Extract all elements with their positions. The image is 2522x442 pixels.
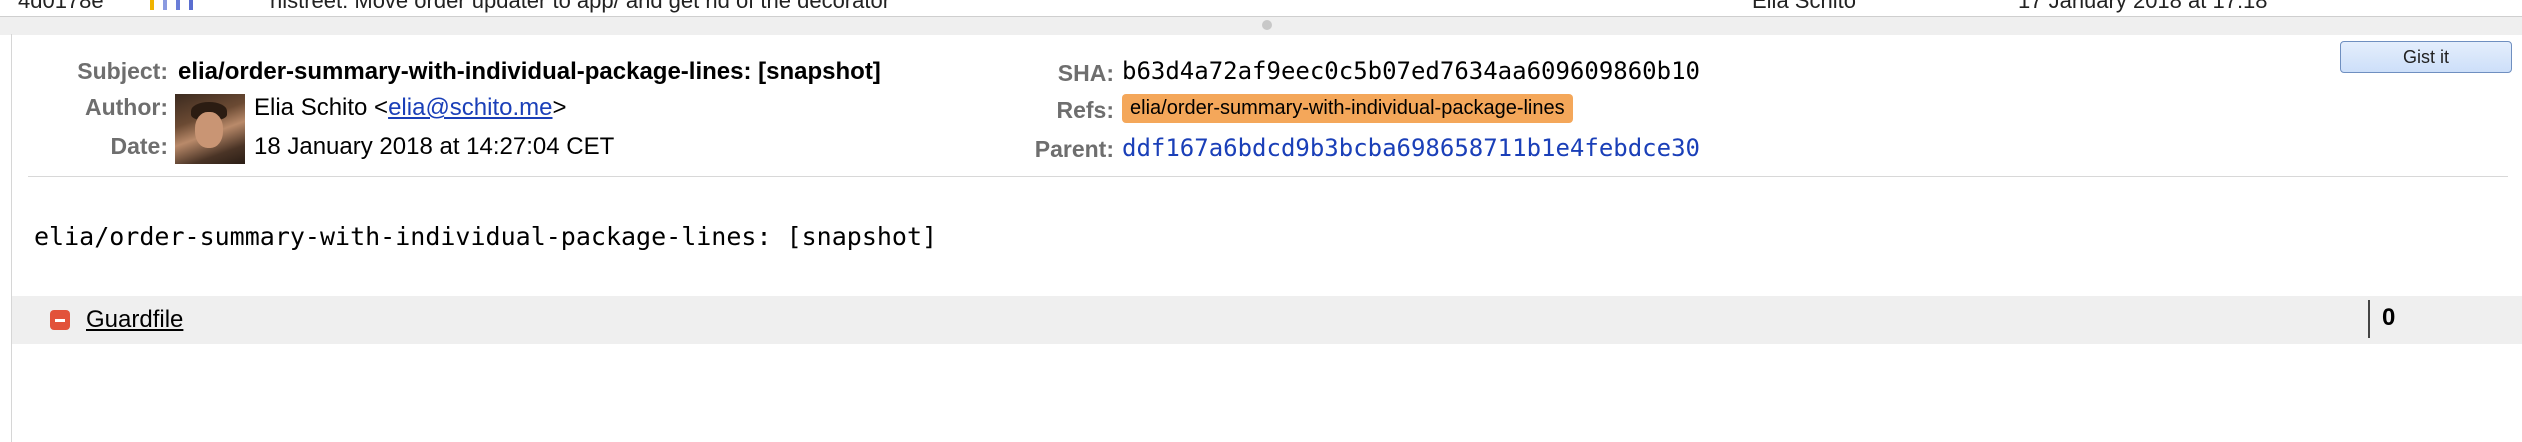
panel-border [11,34,12,442]
avatar-face [195,112,223,148]
subject-label: Subject: [77,58,168,84]
graph-line [150,0,154,10]
split-divider[interactable] [0,16,2522,35]
graph-line [189,0,193,10]
author-label: Author: [84,94,168,120]
author-name: Elia Schito < [254,94,389,121]
author-email-link[interactable]: elia@schito.me [388,94,552,121]
commit-message: elia/order-summary-with-individual-packa… [34,222,938,251]
parent-sha-link[interactable]: ddf167a6bdcd9b3bcba698658711b1e4febdce30 [1122,134,1700,162]
commit-date: 18 January 2018 at 14:27:04 CET [254,133,615,160]
file-name-link[interactable]: Guardfile [86,306,183,334]
row-date: 17 January 2018 at 17:18 [2018,0,2268,13]
avatar [175,94,245,164]
graph-line [176,0,180,10]
row-author: Elia Schito [1752,0,1856,13]
sha-label: SHA: [1057,60,1114,86]
author-close: > [552,94,567,121]
gist-button[interactable]: Gist it [2340,41,2512,73]
change-count: 0 [2382,304,2396,331]
row-sha: 4d0178e [18,0,104,13]
commit-subject: elia/order-summary-with-individual-packa… [178,58,881,86]
ref-badge[interactable]: elia/order-summary-with-individual-packa… [1122,94,1573,123]
branch-graph [150,0,202,16]
date-label: Date: [110,133,168,159]
parent-sha-text[interactable]: ddf167a6bdcd9b3bcba698658711b1e4febdce30 [1122,134,1700,162]
header-separator [28,176,2508,177]
subject-text: elia/order-summary-with-individual-packa… [178,58,881,85]
minus-icon [50,310,70,330]
commit-list-row[interactable]: 4d0178e hlstreet: Move order updater to … [0,0,2522,16]
divider-handle-icon[interactable] [1262,20,1272,30]
row-message: hlstreet: Move order updater to app/ and… [270,0,891,13]
refs-label: Refs: [1056,97,1114,123]
file-row[interactable]: Guardfile 0 [12,296,2522,344]
change-bar [2368,300,2370,338]
commit-sha: b63d4a72af9eec0c5b07ed7634aa609609860b10 [1122,57,1700,85]
parent-label: Parent: [1034,136,1114,162]
graph-line [163,0,167,10]
author-value: Elia Schito <elia@schito.me> [254,94,567,122]
